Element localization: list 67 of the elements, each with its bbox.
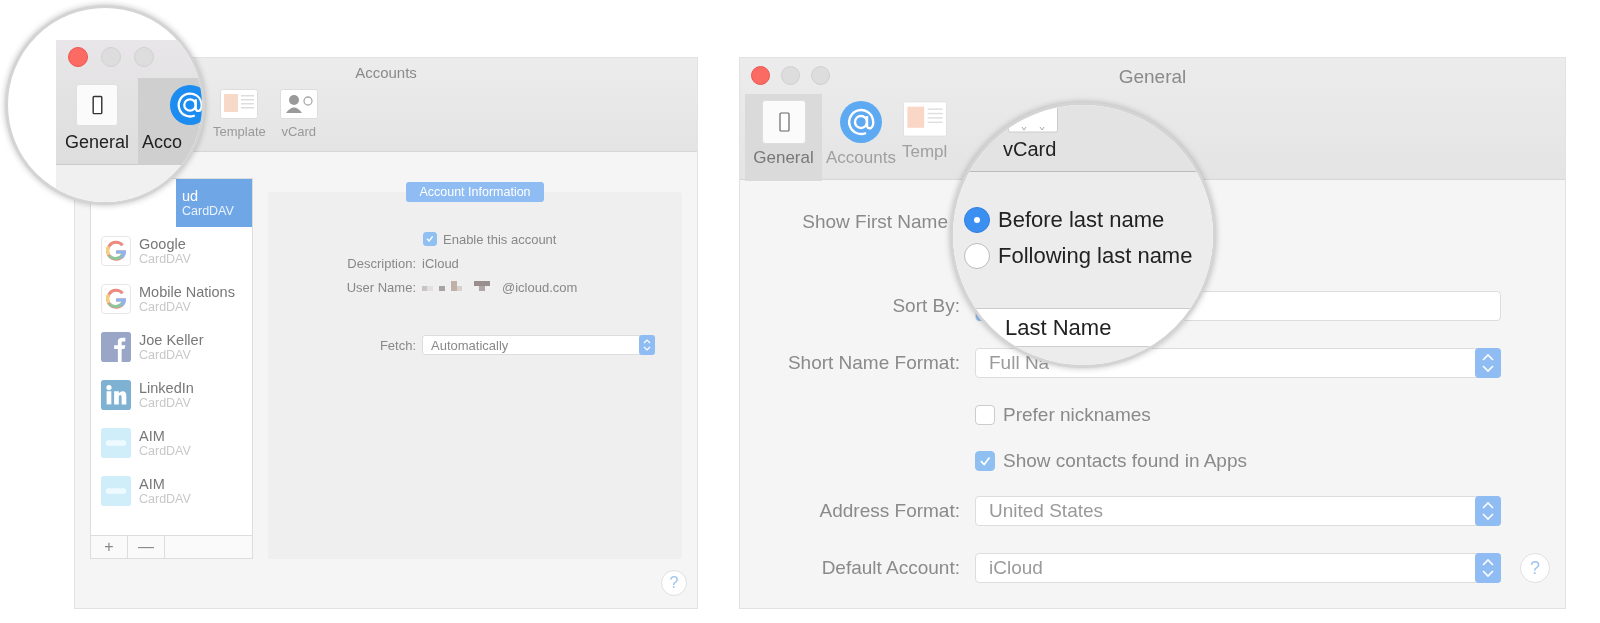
template-icon — [902, 100, 947, 138]
google-icon — [101, 284, 131, 314]
account-name: Joe Keller — [139, 332, 204, 348]
checkbox[interactable] — [975, 451, 995, 471]
contact-card-icon — [279, 89, 318, 119]
field-label: Fetch: — [378, 337, 416, 353]
field-label: Show First Name — [801, 211, 948, 233]
checkbox[interactable] — [423, 232, 437, 246]
checkbox-label: Prefer nicknames — [1003, 404, 1151, 426]
minimize-button[interactable] — [781, 66, 800, 85]
field-label: User Name: — [345, 279, 416, 295]
field-value: @icloud.com — [502, 279, 578, 295]
template-icon — [220, 89, 259, 119]
close-button[interactable] — [751, 66, 770, 85]
radio-button[interactable] — [964, 243, 990, 269]
toolbar-tab[interactable]: General — [745, 94, 822, 181]
facebook-icon — [101, 332, 131, 362]
toolbar-tab[interactable]: Templ — [899, 94, 950, 170]
toolbar-tab[interactable]: Template — [210, 87, 269, 141]
account-item[interactable]: ud CardDAV — [176, 179, 252, 227]
account-name: ud — [182, 188, 200, 204]
field-label: Description: — [346, 255, 416, 271]
checkmark-icon — [425, 234, 435, 244]
aol-icon — [101, 428, 131, 458]
stepper-icon — [639, 335, 655, 355]
zoom-button[interactable] — [811, 66, 830, 85]
toolbar-tab[interactable]: Accounts — [824, 94, 898, 170]
toolbar-tab[interactable]: Acco — [138, 78, 202, 165]
toolbar-tab[interactable]: vCard — [276, 87, 321, 141]
account-name: AIM — [139, 476, 166, 492]
stepper-icon — [1475, 348, 1501, 378]
help-button[interactable]: ? — [661, 570, 687, 596]
toolbar-tab[interactable]: vCard — [1003, 138, 1057, 161]
toolbar-tab[interactable]: General — [56, 78, 138, 165]
field-label: Address Format: — [818, 500, 960, 522]
aol-icon — [101, 476, 131, 506]
switch-icon — [74, 84, 120, 126]
checkbox-label: Enable this account — [443, 231, 557, 247]
account-type: CardDAV — [182, 204, 234, 218]
field-label: Default Account: — [820, 557, 960, 579]
account-name: Mobile Nations — [139, 284, 235, 300]
stepper-icon — [1475, 496, 1501, 526]
radio-label: Before last name — [998, 207, 1165, 233]
linkedin-icon — [101, 380, 131, 410]
switch-icon — [761, 100, 806, 144]
window-title: Accounts — [355, 64, 417, 81]
dropdown[interactable]: United States — [975, 496, 1501, 526]
account-name: LinkedIn — [139, 380, 194, 396]
close-button[interactable] — [68, 47, 88, 67]
account-name: AIM — [139, 428, 166, 444]
help-button[interactable]: ? — [1520, 553, 1550, 583]
at-sign-icon — [838, 100, 883, 144]
google-icon — [101, 236, 131, 266]
radio-label: Following last name — [998, 243, 1193, 269]
field-label: Short Name Format: — [786, 352, 960, 374]
field-value: iCloud — [422, 255, 459, 271]
window-title: General — [1118, 66, 1187, 88]
checkbox[interactable] — [975, 405, 995, 425]
radio-button[interactable] — [964, 207, 990, 233]
account-name: Google — [139, 236, 187, 252]
checkbox-label: Show contacts found in Apps — [1003, 450, 1247, 472]
dropdown[interactable]: iCloud — [975, 553, 1501, 583]
zoom-button[interactable] — [134, 47, 154, 67]
stepper-icon — [1475, 553, 1501, 583]
at-sign-icon — [167, 84, 202, 126]
fetch-dropdown[interactable]: Automatically — [422, 335, 655, 355]
minimize-button[interactable] — [101, 47, 121, 67]
